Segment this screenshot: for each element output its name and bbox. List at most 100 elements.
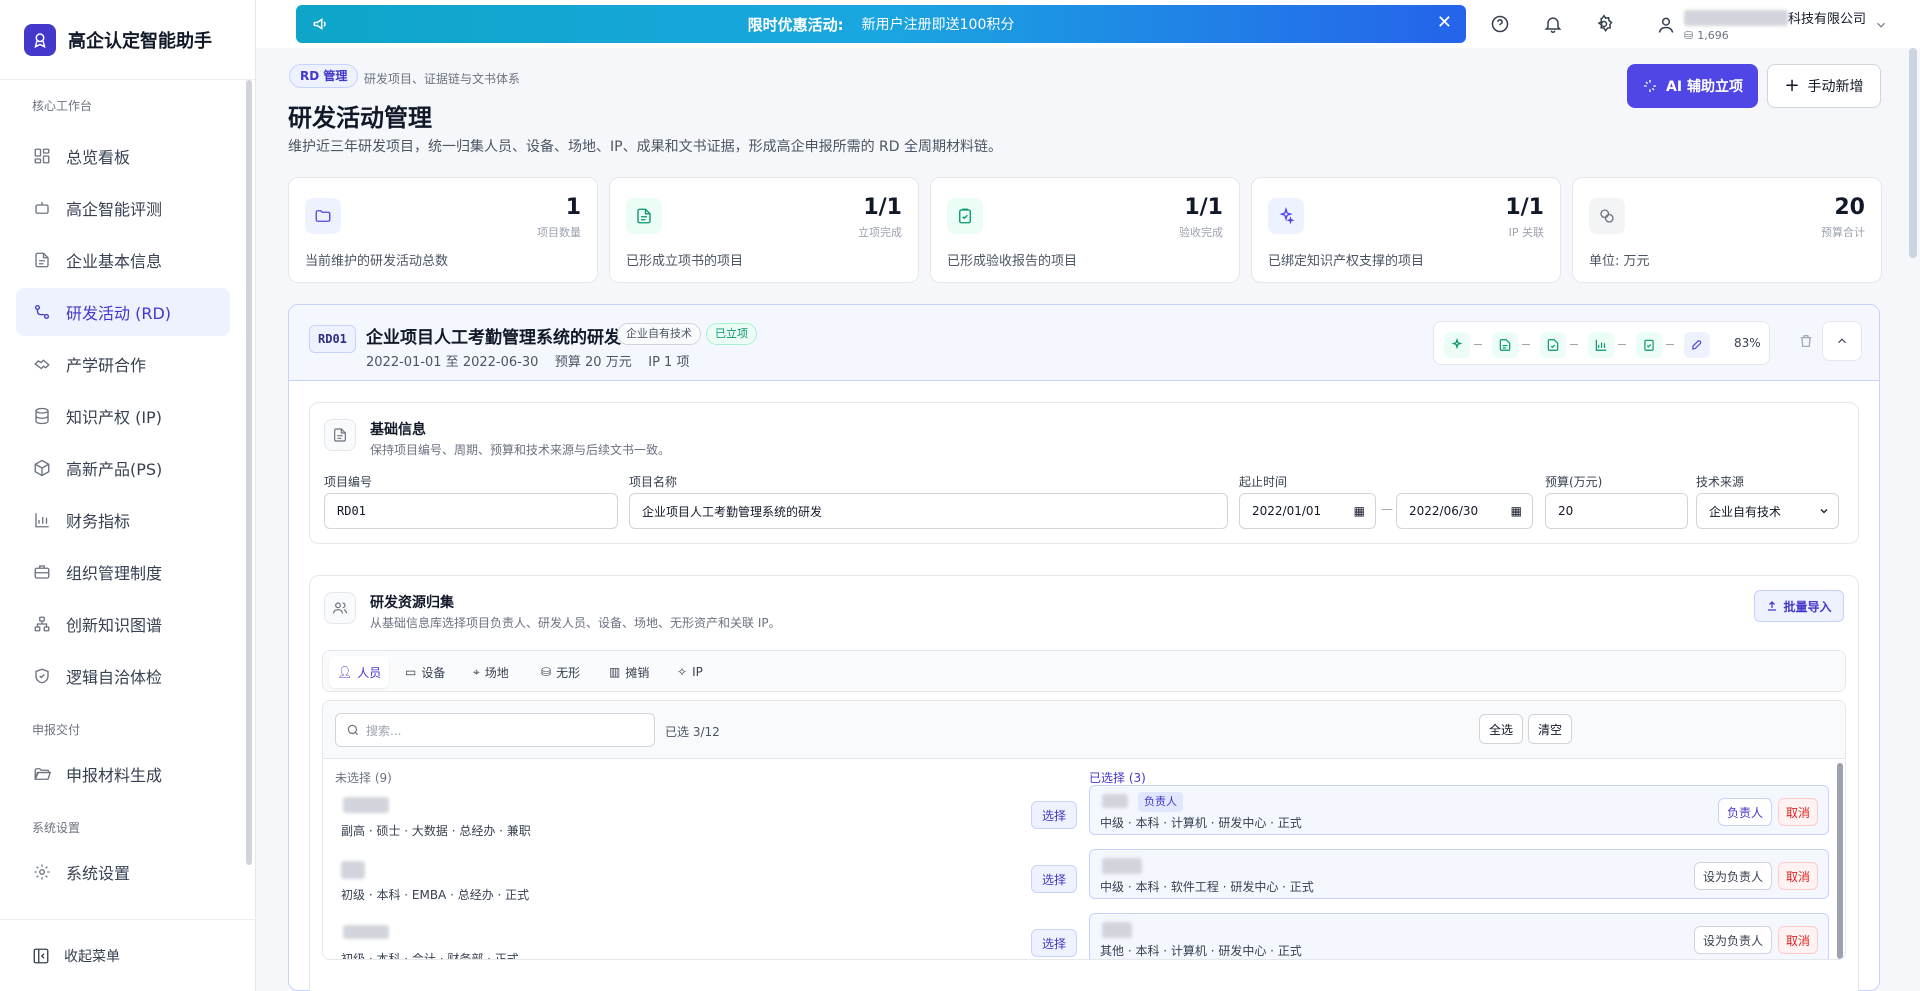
- brand[interactable]: 高企认定智能助手: [0, 0, 255, 80]
- project-header[interactable]: RD01 企业项目人工考勤管理系统的研发 企业自有技术 已立项 2022-01-…: [289, 305, 1879, 381]
- cancel-button[interactable]: 取消: [1778, 798, 1818, 826]
- step-ai-icon[interactable]: [1444, 332, 1470, 358]
- manual-add-button[interactable]: + 手动新增: [1767, 64, 1881, 108]
- input-value: RD01: [337, 504, 366, 518]
- selected-count: 已选 3/12: [665, 725, 720, 739]
- set-lead-button[interactable]: 设为负责人: [1694, 926, 1772, 954]
- sidebar-item-knowledge-graph[interactable]: 创新知识图谱: [16, 600, 230, 648]
- collapse-icon: [33, 948, 49, 963]
- cancel-button[interactable]: 取消: [1778, 926, 1818, 954]
- field-label: 预算(万元): [1545, 475, 1603, 489]
- user-menu[interactable]: 科技有限公司 ⛁ 1,696: [1656, 6, 1888, 44]
- clear-button[interactable]: 清空: [1528, 714, 1572, 744]
- main-scrollbar[interactable]: [1909, 48, 1917, 258]
- lead-badge: 负责人: [1138, 792, 1183, 812]
- ai-assist-button[interactable]: AI 辅助立项: [1627, 64, 1758, 108]
- select-all-button[interactable]: 全选: [1479, 714, 1523, 744]
- picker-scrollbar[interactable]: [1837, 763, 1843, 959]
- start-date-input[interactable]: 2022/01/01 ▦: [1239, 493, 1376, 529]
- tab-label: 设备: [421, 665, 446, 680]
- search-placeholder: 搜索...: [366, 723, 402, 738]
- sidebar-item-products[interactable]: 高新产品(PS): [16, 444, 230, 492]
- project-name-input[interactable]: 企业项目人工考勤管理系统的研发: [629, 493, 1228, 529]
- map-pin-icon: ⌖: [473, 664, 480, 679]
- sidebar-item-label: 财务指标: [66, 512, 131, 531]
- sidebar-item-settings[interactable]: 系统设置: [16, 848, 230, 896]
- tab-amortization[interactable]: ▥ 摊销: [601, 656, 657, 688]
- calendar-icon: ▦: [1353, 504, 1365, 518]
- stat-card-budget: 20 预算合计 单位: 万元: [1572, 177, 1882, 283]
- sidebar: 高企认定智能助手 核心工作台 总览看板 高企智能评测 企业基本信息 研发活动 (…: [0, 0, 256, 991]
- sidebar-item-company-info[interactable]: 企业基本信息: [16, 236, 230, 284]
- workflow-icon: [32, 302, 52, 322]
- step-initiation-doc-icon[interactable]: [1492, 332, 1518, 358]
- cancel-button[interactable]: 取消: [1778, 862, 1818, 890]
- briefcase-icon: [32, 562, 52, 582]
- sidebar-item-ip[interactable]: 知识产权 (IP): [16, 392, 230, 440]
- tab-intangible[interactable]: ⛁ 无形: [533, 656, 588, 688]
- step-rocket-icon[interactable]: [1684, 332, 1710, 358]
- end-date-input[interactable]: 2022/06/30 ▦: [1396, 493, 1533, 529]
- company-name-blurred: [1684, 9, 1788, 26]
- project-period: 2022-01-01 至 2022-06-30: [366, 355, 539, 370]
- project-title: 企业项目人工考勤管理系统的研发: [366, 328, 621, 348]
- shield-check-icon: [32, 666, 52, 686]
- sidebar-item-dashboard[interactable]: 总览看板: [16, 132, 230, 180]
- person-meta: 其他 · 本科 · 计算机 · 研发中心 · 正式: [1100, 944, 1302, 958]
- tab-personnel[interactable]: 👤︎ 人员: [329, 656, 390, 688]
- sidebar-item-organization[interactable]: 组织管理制度: [16, 548, 230, 596]
- collapse-menu-label: 收起菜单: [64, 948, 120, 965]
- unselected-header: 未选择 (9): [335, 771, 392, 785]
- sidebar-item-evaluation[interactable]: 高企智能评测: [16, 184, 230, 232]
- chevron-down-icon: [1877, 22, 1885, 28]
- tech-source-select[interactable]: 企业自有技术: [1696, 493, 1839, 529]
- file-text-icon: [626, 198, 662, 234]
- ai-icon: [1644, 80, 1657, 92]
- trash-icon[interactable]: [1798, 333, 1814, 349]
- bar-chart-icon: [32, 510, 52, 530]
- sidebar-item-materials[interactable]: 申报材料生成: [16, 750, 230, 798]
- tab-label: 场地: [484, 665, 509, 680]
- settings-icon[interactable]: [1594, 14, 1614, 34]
- user-icon: 👤︎: [337, 665, 353, 679]
- basic-info-section: 基础信息 保持项目编号、周期、预算和技术来源与后续文书一致。 项目编号 RD01…: [309, 402, 1859, 544]
- bell-icon[interactable]: [1543, 14, 1563, 34]
- stat-card-initiation: 1/1 立项完成 已形成立项书的项目: [609, 177, 919, 283]
- sidebar-item-consistency-check[interactable]: 逻辑自洽体检: [16, 652, 230, 700]
- select-button[interactable]: 选择: [1031, 929, 1077, 957]
- sidebar-item-cooperation[interactable]: 产学研合作: [16, 340, 230, 388]
- section-desc: 从基础信息库选择项目负责人、研发人员、设备、场地、无形资产和关联 IP。: [370, 616, 781, 630]
- set-lead-button[interactable]: 设为负责人: [1694, 862, 1772, 890]
- select-button[interactable]: 选择: [1031, 865, 1077, 893]
- tab-ip[interactable]: ✧ IP: [669, 656, 711, 688]
- field-label: 技术来源: [1696, 475, 1745, 489]
- close-icon[interactable]: ✕: [1437, 14, 1452, 32]
- step-chart-icon[interactable]: [1588, 332, 1614, 358]
- search-input[interactable]: 搜索...: [335, 713, 655, 747]
- collapse-project-button[interactable]: [1822, 321, 1862, 361]
- step-file-check-icon[interactable]: [1540, 332, 1566, 358]
- collapse-menu-button[interactable]: 收起菜单: [0, 919, 256, 991]
- tab-site[interactable]: ⌖ 场地: [465, 656, 517, 688]
- stat-value: 1: [565, 195, 581, 220]
- select-button[interactable]: 选择: [1031, 801, 1077, 829]
- help-icon[interactable]: [1490, 14, 1510, 34]
- lead-role-button[interactable]: 负责人: [1718, 798, 1772, 826]
- sidebar-item-rd[interactable]: 研发活动 (RD): [16, 288, 230, 336]
- sidebar-item-finance[interactable]: 财务指标: [16, 496, 230, 544]
- megaphone-icon: [313, 18, 326, 30]
- calendar-icon: ▦: [1510, 504, 1522, 518]
- rd-tag-subtitle: 研发项目、证据链与文书体系: [364, 72, 521, 86]
- budget-input[interactable]: 20: [1545, 493, 1688, 529]
- section-title: 基础信息: [370, 422, 426, 438]
- stat-value: 1/1: [863, 195, 902, 220]
- step-clipboard-check-icon[interactable]: [1636, 332, 1662, 358]
- tab-equipment[interactable]: ▭ 设备: [397, 656, 453, 688]
- stat-desc: 已绑定知识产权支撑的项目: [1268, 254, 1425, 269]
- promo-banner[interactable]: 限时优惠活动: 新用户注册即送100积分 ✕: [296, 5, 1466, 43]
- project-code-input[interactable]: RD01: [324, 493, 618, 529]
- batch-import-button[interactable]: 批量导入: [1754, 590, 1844, 622]
- coins-icon: [1589, 198, 1625, 234]
- sidebar-scrollbar[interactable]: [246, 80, 252, 865]
- tab-label: 摊销: [625, 665, 650, 680]
